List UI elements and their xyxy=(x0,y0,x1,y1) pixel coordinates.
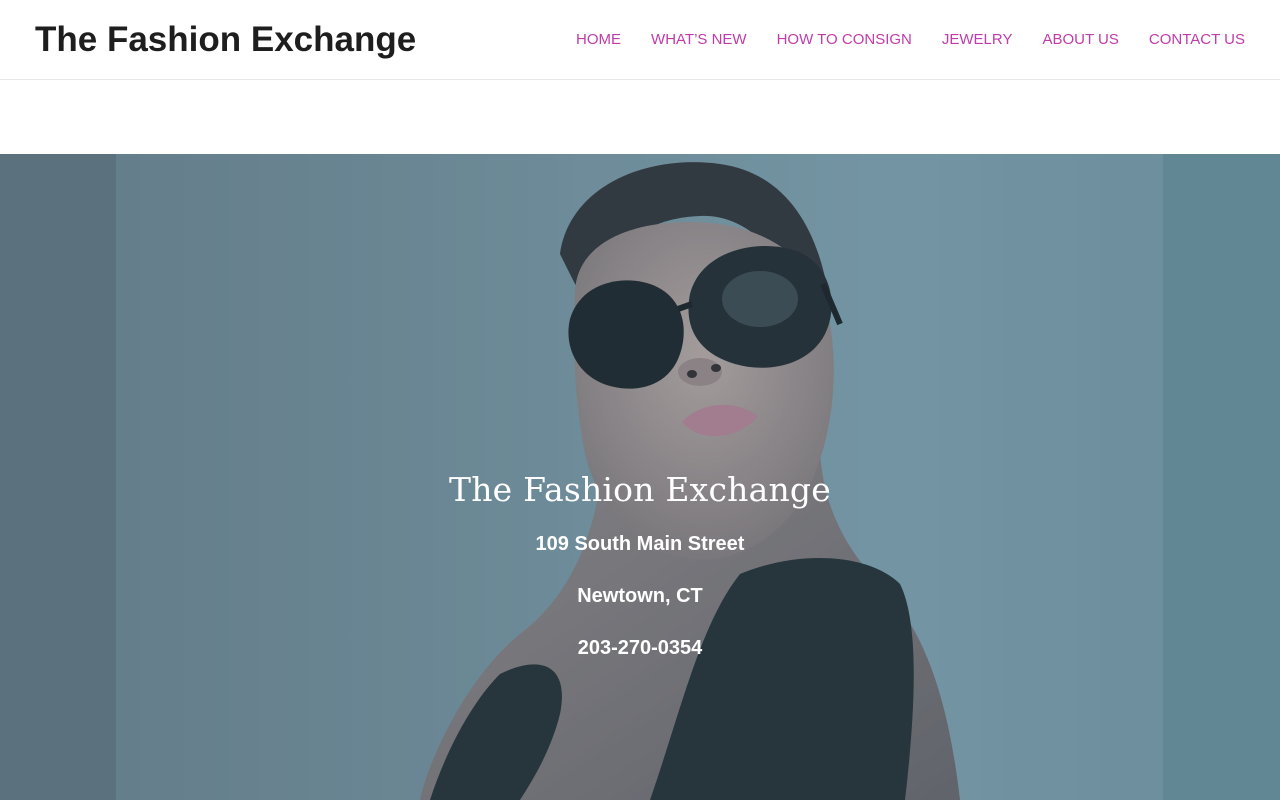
site-title-link[interactable]: The Fashion Exchange xyxy=(35,18,416,62)
nav-how-to-consign[interactable]: HOW TO CONSIGN xyxy=(777,30,912,50)
nav-home[interactable]: HOME xyxy=(576,30,621,50)
hero-title: The Fashion Exchange xyxy=(449,470,831,509)
nav-whats-new[interactable]: WHAT’S NEW xyxy=(651,30,747,50)
main-navigation: HOME WHAT’S NEW HOW TO CONSIGN JEWELRY A… xyxy=(576,30,1245,50)
hero-phone: 203-270-0354 xyxy=(577,637,703,659)
nav-about-us[interactable]: ABOUT US xyxy=(1042,30,1118,50)
hero-content: The Fashion Exchange 109 South Main Stre… xyxy=(0,466,1280,686)
hero-city: Newtown, CT xyxy=(577,585,703,607)
hero-address: 109 South Main Street xyxy=(535,533,745,555)
site-header: The Fashion Exchange HOME WHAT’S NEW HOW… xyxy=(0,0,1280,80)
hero-section: The Fashion Exchange 109 South Main Stre… xyxy=(0,154,1280,800)
nav-contact-us[interactable]: CONTACT US xyxy=(1149,30,1245,50)
header-spacer xyxy=(0,81,1280,154)
nav-jewelry[interactable]: JEWELRY xyxy=(942,30,1013,50)
